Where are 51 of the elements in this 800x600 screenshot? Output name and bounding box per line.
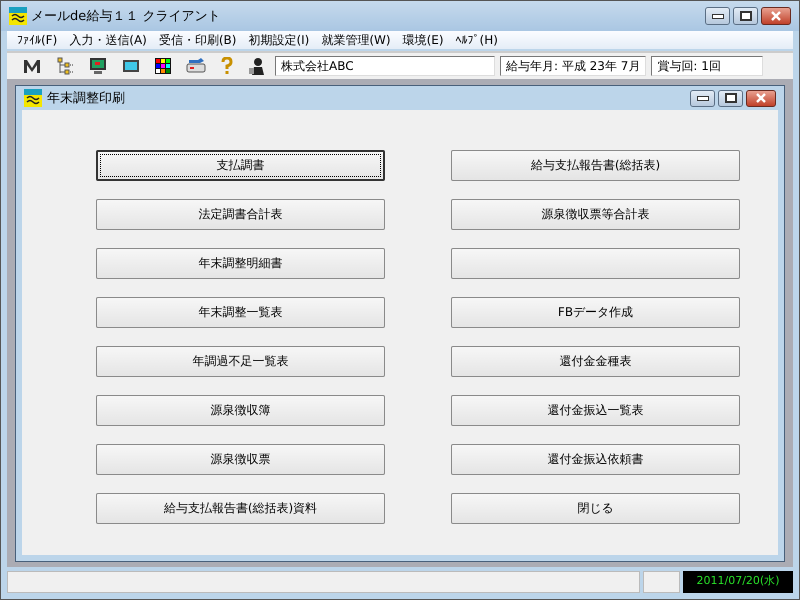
- person-icon[interactable]: [248, 57, 266, 75]
- minimize-button[interactable]: [690, 90, 715, 106]
- menu-item[interactable]: 初期設定(I): [248, 32, 310, 48]
- print-button[interactable]: 還付金振込依頼書: [451, 444, 740, 475]
- menu-item[interactable]: 受信・印刷(B): [158, 32, 236, 48]
- menu-item[interactable]: 就業管理(W): [321, 32, 391, 48]
- print-button[interactable]: 年調過不足一覧表: [96, 346, 385, 377]
- print-button[interactable]: FBデータ作成: [451, 297, 740, 328]
- minimize-icon: [696, 96, 708, 100]
- print-button[interactable]: 法定調書合計表: [96, 199, 385, 230]
- print-button[interactable]: 年末調整一覧表: [96, 297, 385, 328]
- bonus-field: 賞与回: 1回: [651, 56, 764, 76]
- print-button[interactable]: [451, 248, 740, 279]
- maximize-button[interactable]: [718, 90, 743, 106]
- print-button[interactable]: 給与支払報告書(総括表): [451, 150, 740, 181]
- close-icon: [754, 93, 768, 103]
- print-button[interactable]: 源泉徴収票: [96, 444, 385, 475]
- letter-m-icon[interactable]: [23, 58, 41, 74]
- color-grid-icon[interactable]: [155, 58, 171, 74]
- window-title: メールde給与１１ クライアント: [31, 8, 220, 25]
- print-button[interactable]: 源泉徴収票等合計表: [451, 199, 740, 230]
- print-button[interactable]: 支払調書: [96, 150, 385, 181]
- print-button[interactable]: 源泉徴収簿: [96, 395, 385, 426]
- print-button[interactable]: 還付金振込一覧表: [451, 395, 740, 426]
- pay-month-field: 給与年月: 平成 23年 7月: [500, 56, 646, 76]
- close-icon: [769, 11, 783, 21]
- maximize-button[interactable]: [733, 7, 758, 25]
- app-icon: [24, 89, 42, 107]
- print-button[interactable]: 閉じる: [451, 493, 740, 524]
- maximize-icon: [740, 11, 752, 21]
- company-field: 株式会社ABC: [275, 56, 495, 76]
- menu-item[interactable]: ﾍﾙﾌﾟ(H): [456, 33, 498, 47]
- print-button[interactable]: 給与支払報告書(総括表)資料: [96, 493, 385, 524]
- print-button[interactable]: 還付金金種表: [451, 346, 740, 377]
- menu-item[interactable]: 環境(E): [402, 32, 444, 48]
- status-date: 2011/07/20(水): [683, 571, 793, 593]
- printer-icon[interactable]: [186, 58, 206, 74]
- screen-icon[interactable]: [122, 58, 140, 74]
- close-button[interactable]: [761, 7, 791, 25]
- monitor-icon[interactable]: [89, 57, 107, 75]
- status-panel: [643, 571, 680, 593]
- print-button[interactable]: 年末調整明細書: [96, 248, 385, 279]
- maximize-icon: [724, 93, 736, 103]
- menu-item[interactable]: ﾌｧｲﾙ(F): [17, 33, 58, 47]
- tree-icon[interactable]: [56, 57, 74, 75]
- child-window-title: 年末調整印刷: [47, 90, 125, 107]
- close-button[interactable]: [746, 90, 776, 106]
- minimize-button[interactable]: [705, 7, 730, 25]
- app-icon: [9, 7, 27, 25]
- minimize-icon: [712, 14, 724, 18]
- menu-item[interactable]: 入力・送信(A): [69, 32, 147, 48]
